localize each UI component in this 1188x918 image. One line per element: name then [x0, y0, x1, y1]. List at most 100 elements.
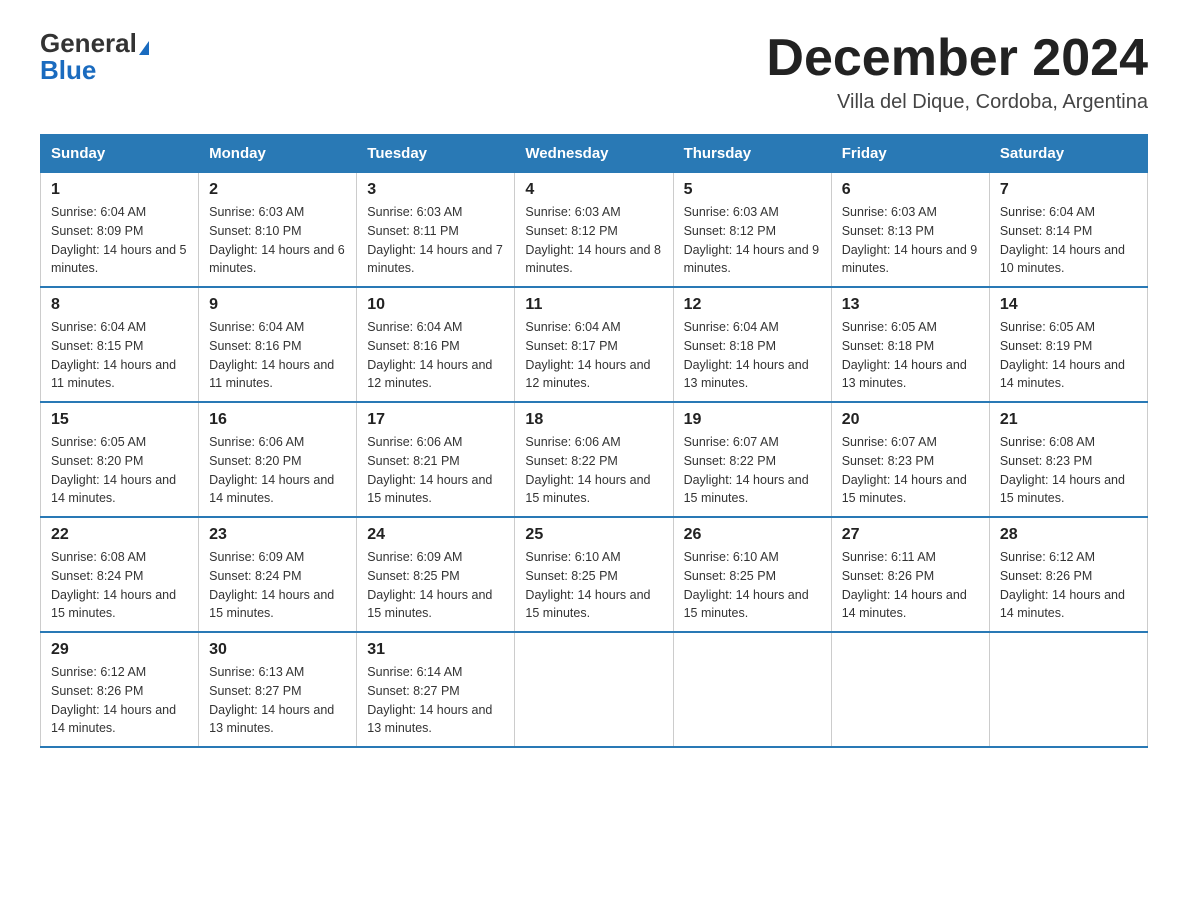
day-cell-29: 29 Sunrise: 6:12 AMSunset: 8:26 PMDayligh… [41, 632, 199, 747]
month-title: December 2024 [766, 30, 1148, 87]
day-info: Sunrise: 6:04 AMSunset: 8:16 PMDaylight:… [209, 320, 334, 390]
logo-general-text: General [40, 28, 137, 58]
day-cell-17: 17Sunrise: 6:06 AMSunset: 8:21 PMDayligh… [357, 402, 515, 517]
day-number: 10 [367, 296, 504, 314]
day-cell-19: 19 Sunrise: 6:07 AMSunset: 8:22 PMDayligh… [673, 402, 831, 517]
week-row-5: 29 Sunrise: 6:12 AMSunset: 8:26 PMDayligh… [41, 632, 1148, 747]
day-info: Sunrise: 6:04 AMSunset: 8:16 PMDaylight:… [367, 320, 492, 390]
header-cell-thursday: Thursday [673, 135, 831, 173]
day-cell-27: 27Sunrise: 6:11 AMSunset: 8:26 PMDayligh… [831, 517, 989, 632]
day-number: 2 [209, 181, 346, 199]
day-number: 28 [1000, 526, 1137, 544]
day-number: 23 [209, 526, 346, 544]
day-cell-25: 25 Sunrise: 6:10 AMSunset: 8:25 PMDayligh… [515, 517, 673, 632]
day-cell-4: 4 Sunrise: 6:03 AMSunset: 8:12 PMDaylight… [515, 173, 673, 288]
week-row-1: 1 Sunrise: 6:04 AMSunset: 8:09 PMDaylight… [41, 173, 1148, 288]
day-cell-30: 30Sunrise: 6:13 AMSunset: 8:27 PMDayligh… [199, 632, 357, 747]
title-block: December 2024 Villa del Dique, Cordoba, … [766, 30, 1148, 114]
day-cell-11: 11Sunrise: 6:04 AMSunset: 8:17 PMDayligh… [515, 287, 673, 402]
day-number: 29 [51, 641, 188, 659]
header-cell-tuesday: Tuesday [357, 135, 515, 173]
day-info: Sunrise: 6:13 AMSunset: 8:27 PMDaylight:… [209, 665, 334, 735]
day-info: Sunrise: 6:08 AMSunset: 8:24 PMDaylight:… [51, 550, 176, 620]
day-number: 15 [51, 411, 188, 429]
day-cell-8: 8Sunrise: 6:04 AMSunset: 8:15 PMDaylight… [41, 287, 199, 402]
day-info: Sunrise: 6:09 AMSunset: 8:25 PMDaylight:… [367, 550, 492, 620]
day-info: Sunrise: 6:10 AMSunset: 8:25 PMDaylight:… [684, 550, 809, 620]
day-info: Sunrise: 6:09 AMSunset: 8:24 PMDaylight:… [209, 550, 334, 620]
day-info: Sunrise: 6:14 AMSunset: 8:27 PMDaylight:… [367, 665, 492, 735]
day-number: 27 [842, 526, 979, 544]
day-number: 1 [51, 181, 188, 199]
day-cell-15: 15 Sunrise: 6:05 AMSunset: 8:20 PMDayligh… [41, 402, 199, 517]
day-cell-5: 5 Sunrise: 6:03 AMSunset: 8:12 PMDaylight… [673, 173, 831, 288]
day-cell-1: 1 Sunrise: 6:04 AMSunset: 8:09 PMDaylight… [41, 173, 199, 288]
page-header: General Blue December 2024 Villa del Diq… [40, 30, 1148, 114]
day-info: Sunrise: 6:07 AMSunset: 8:22 PMDaylight:… [684, 435, 809, 505]
logo-top-row: General [40, 30, 149, 57]
day-number: 19 [684, 411, 821, 429]
logo: General Blue [40, 30, 149, 84]
day-info: Sunrise: 6:03 AMSunset: 8:13 PMDaylight:… [842, 205, 978, 275]
day-number: 20 [842, 411, 979, 429]
day-cell-26: 26 Sunrise: 6:10 AMSunset: 8:25 PMDayligh… [673, 517, 831, 632]
day-info: Sunrise: 6:05 AMSunset: 8:19 PMDaylight:… [1000, 320, 1125, 390]
logo-blue-text: Blue [40, 55, 96, 85]
logo-triangle-icon [139, 41, 149, 55]
day-info: Sunrise: 6:03 AMSunset: 8:12 PMDaylight:… [525, 205, 661, 275]
day-number: 18 [525, 411, 662, 429]
day-cell-6: 6 Sunrise: 6:03 AMSunset: 8:13 PMDaylight… [831, 173, 989, 288]
calendar-table: SundayMondayTuesdayWednesdayThursdayFrid… [40, 134, 1148, 748]
day-number: 7 [1000, 181, 1137, 199]
day-number: 4 [525, 181, 662, 199]
day-cell-21: 21Sunrise: 6:08 AMSunset: 8:23 PMDayligh… [989, 402, 1147, 517]
day-cell-16: 16 Sunrise: 6:06 AMSunset: 8:20 PMDayligh… [199, 402, 357, 517]
day-info: Sunrise: 6:04 AMSunset: 8:14 PMDaylight:… [1000, 205, 1125, 275]
day-number: 22 [51, 526, 188, 544]
day-cell-31: 31Sunrise: 6:14 AMSunset: 8:27 PMDayligh… [357, 632, 515, 747]
day-cell-7: 7 Sunrise: 6:04 AMSunset: 8:14 PMDaylight… [989, 173, 1147, 288]
calendar-header: SundayMondayTuesdayWednesdayThursdayFrid… [41, 135, 1148, 173]
header-cell-monday: Monday [199, 135, 357, 173]
day-cell-3: 3 Sunrise: 6:03 AMSunset: 8:11 PMDaylight… [357, 173, 515, 288]
day-number: 25 [525, 526, 662, 544]
day-number: 9 [209, 296, 346, 314]
week-row-2: 8Sunrise: 6:04 AMSunset: 8:15 PMDaylight… [41, 287, 1148, 402]
day-info: Sunrise: 6:12 AMSunset: 8:26 PMDaylight:… [1000, 550, 1125, 620]
day-info: Sunrise: 6:07 AMSunset: 8:23 PMDaylight:… [842, 435, 967, 505]
day-cell-23: 23 Sunrise: 6:09 AMSunset: 8:24 PMDayligh… [199, 517, 357, 632]
day-cell-14: 14 Sunrise: 6:05 AMSunset: 8:19 PMDayligh… [989, 287, 1147, 402]
day-info: Sunrise: 6:05 AMSunset: 8:20 PMDaylight:… [51, 435, 176, 505]
empty-cell [989, 632, 1147, 747]
day-number: 16 [209, 411, 346, 429]
day-number: 17 [367, 411, 504, 429]
day-info: Sunrise: 6:03 AMSunset: 8:11 PMDaylight:… [367, 205, 503, 275]
day-cell-28: 28 Sunrise: 6:12 AMSunset: 8:26 PMDayligh… [989, 517, 1147, 632]
day-info: Sunrise: 6:10 AMSunset: 8:25 PMDaylight:… [525, 550, 650, 620]
day-info: Sunrise: 6:04 AMSunset: 8:15 PMDaylight:… [51, 320, 176, 390]
day-info: Sunrise: 6:03 AMSunset: 8:10 PMDaylight:… [209, 205, 345, 275]
day-number: 5 [684, 181, 821, 199]
day-number: 6 [842, 181, 979, 199]
day-info: Sunrise: 6:12 AMSunset: 8:26 PMDaylight:… [51, 665, 176, 735]
header-cell-friday: Friday [831, 135, 989, 173]
day-info: Sunrise: 6:05 AMSunset: 8:18 PMDaylight:… [842, 320, 967, 390]
day-cell-9: 9 Sunrise: 6:04 AMSunset: 8:16 PMDaylight… [199, 287, 357, 402]
header-cell-saturday: Saturday [989, 135, 1147, 173]
day-number: 3 [367, 181, 504, 199]
day-info: Sunrise: 6:04 AMSunset: 8:18 PMDaylight:… [684, 320, 809, 390]
day-cell-22: 22 Sunrise: 6:08 AMSunset: 8:24 PMDayligh… [41, 517, 199, 632]
location-title: Villa del Dique, Cordoba, Argentina [766, 91, 1148, 114]
day-info: Sunrise: 6:06 AMSunset: 8:20 PMDaylight:… [209, 435, 334, 505]
day-cell-2: 2 Sunrise: 6:03 AMSunset: 8:10 PMDaylight… [199, 173, 357, 288]
empty-cell [673, 632, 831, 747]
day-number: 26 [684, 526, 821, 544]
day-cell-24: 24Sunrise: 6:09 AMSunset: 8:25 PMDayligh… [357, 517, 515, 632]
day-info: Sunrise: 6:04 AMSunset: 8:09 PMDaylight:… [51, 205, 187, 275]
day-info: Sunrise: 6:04 AMSunset: 8:17 PMDaylight:… [525, 320, 650, 390]
day-number: 13 [842, 296, 979, 314]
day-info: Sunrise: 6:03 AMSunset: 8:12 PMDaylight:… [684, 205, 820, 275]
empty-cell [515, 632, 673, 747]
day-number: 14 [1000, 296, 1137, 314]
week-row-4: 22 Sunrise: 6:08 AMSunset: 8:24 PMDayligh… [41, 517, 1148, 632]
